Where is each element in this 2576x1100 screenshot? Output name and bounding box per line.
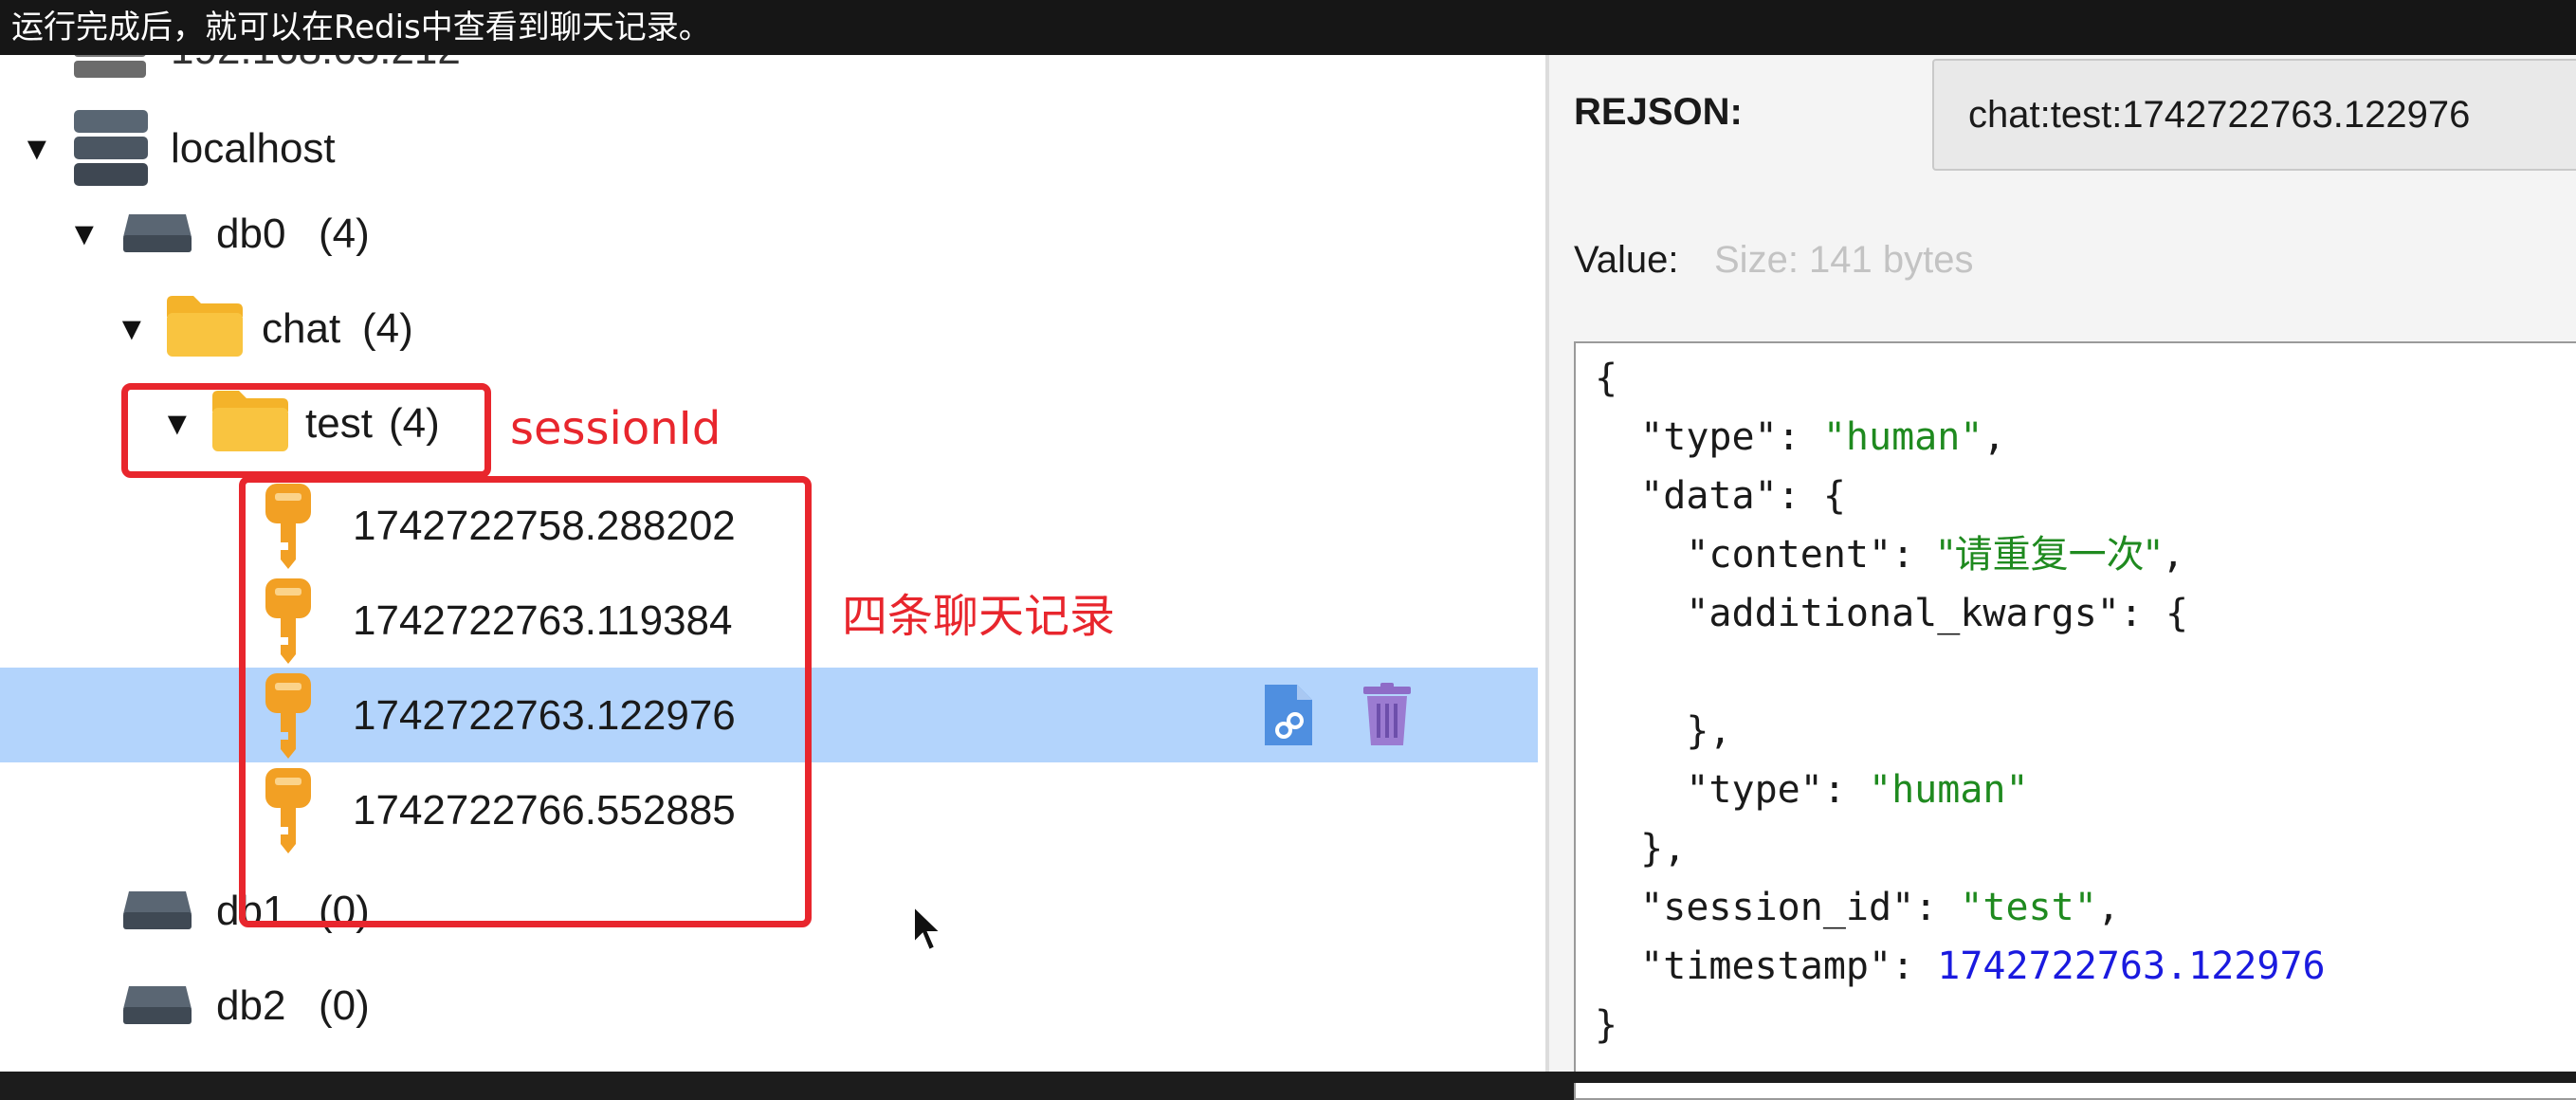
db-label: db0 — [216, 211, 286, 257]
json-line: "additional_kwargs": { — [1595, 592, 2189, 635]
json-line: }, — [1595, 709, 1732, 753]
database-icon — [123, 891, 192, 929]
mouse-cursor-icon — [913, 905, 943, 952]
server-icon — [74, 55, 146, 78]
tree-db0[interactable]: ▼ db0 (4) — [0, 197, 1538, 292]
server-label: localhost — [171, 125, 336, 172]
database-icon — [123, 986, 192, 1024]
key-name-field[interactable]: chat:test:1742722763.122976 — [1932, 59, 2576, 171]
server-label-partial: 192.168.65.212 — [171, 55, 461, 74]
value-label: Value: — [1574, 239, 1679, 281]
annotation-session-box — [121, 383, 491, 478]
tree-server-localhost[interactable]: ▼ localhost — [0, 102, 1538, 197]
json-line: } — [1595, 1003, 1618, 1047]
copy-link-icon[interactable] — [1261, 683, 1318, 749]
annotation-session-text: sessionId — [510, 402, 722, 455]
folder-count: (4) — [362, 305, 413, 352]
key-tree-panel[interactable]: 192.168.65.212 ▼ localhost ▼ db0 (4) ▼ — [0, 55, 1545, 1072]
json-line: "data": { — [1595, 474, 1846, 518]
folder-label: chat — [262, 305, 341, 352]
value-size-label: Size: 141 bytes — [1714, 239, 1974, 281]
json-line: { — [1595, 357, 1618, 400]
trash-icon[interactable] — [1361, 683, 1413, 747]
redis-client-window: 192.168.65.212 ▼ localhost ▼ db0 (4) ▼ — [0, 55, 2576, 1100]
tree-server-row-partial[interactable]: 192.168.65.212 — [0, 55, 1538, 89]
bottom-bar — [0, 1072, 2576, 1083]
expand-toggle-icon[interactable]: ▼ — [21, 125, 53, 173]
annotation-records-text: 四条聊天记录 — [842, 590, 1116, 643]
expand-toggle-icon[interactable]: ▼ — [116, 305, 148, 353]
db-label: db2 — [216, 982, 286, 1029]
json-line: "type": "human", — [1595, 415, 2006, 459]
database-icon — [123, 214, 192, 252]
json-line: "type": "human" — [1595, 768, 2029, 812]
json-value-editor[interactable]: { "type": "human", "data": { "content": … — [1574, 341, 2576, 1100]
json-line: }, — [1595, 827, 1687, 871]
db-count: (4) — [319, 211, 370, 257]
video-caption: 运行完成后，就可以在Redis中查看到聊天记录。 — [0, 0, 2576, 55]
tree-folder-chat[interactable]: ▼ chat (4) — [0, 292, 1538, 387]
tree-db2[interactable]: db2 (0) — [0, 971, 1538, 1066]
annotation-records-box — [239, 476, 812, 927]
key-detail-panel: REJSON: chat:test:1742722763.122976 Valu… — [1549, 55, 2576, 1100]
server-icon — [74, 110, 148, 186]
json-line: "content": "请重复一次", — [1595, 533, 2185, 577]
key-type-label: REJSON: — [1574, 91, 1743, 133]
folder-icon — [167, 296, 243, 357]
db-count: (0) — [319, 982, 370, 1029]
expand-toggle-icon[interactable]: ▼ — [68, 211, 100, 258]
json-line: "timestamp": 1742722763.122976 — [1595, 944, 2326, 988]
json-line: "session_id": "test", — [1595, 886, 2120, 929]
